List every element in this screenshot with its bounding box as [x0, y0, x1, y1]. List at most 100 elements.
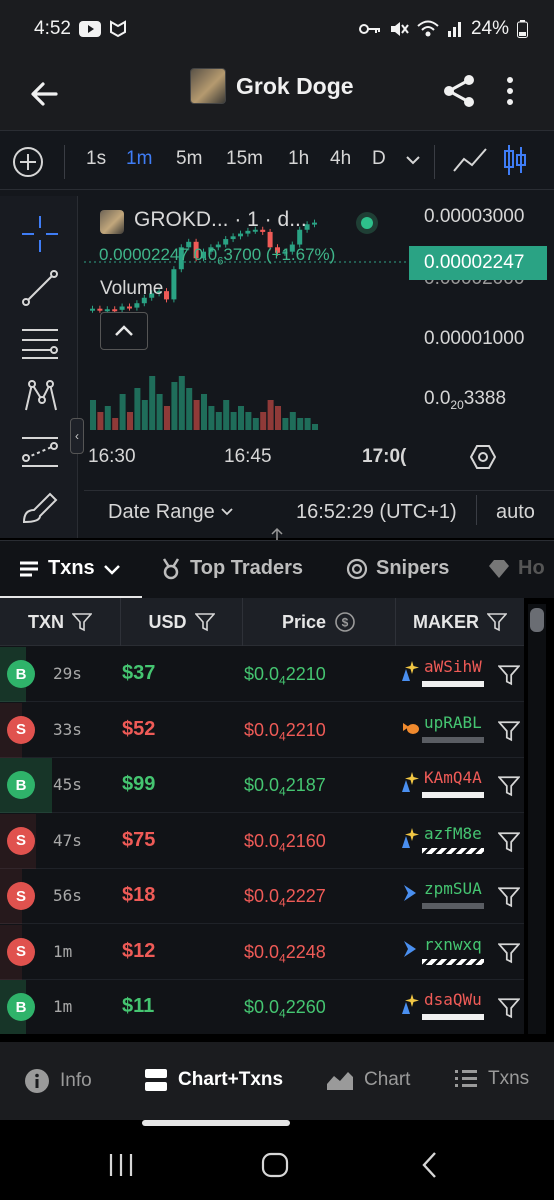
txn-age: 29s	[53, 664, 82, 683]
volume-bar	[208, 406, 215, 430]
chevron-down-icon[interactable]	[404, 151, 422, 169]
share-icon[interactable]	[440, 72, 478, 110]
filter-icon[interactable]	[498, 997, 520, 1019]
projection-icon[interactable]	[20, 430, 60, 470]
pattern-icon[interactable]	[20, 376, 60, 416]
price-suffix: 2160	[285, 830, 326, 851]
collapse-drawbar-handle[interactable]: ‹	[70, 418, 84, 454]
page-title: Grok Doge	[236, 72, 354, 99]
tab-snipers[interactable]: Snipers	[346, 557, 449, 580]
maker-address[interactable]: aWSihW	[424, 657, 482, 676]
volume-bar	[134, 388, 141, 430]
nav-info[interactable]: Info	[24, 1068, 92, 1094]
filter-icon[interactable]	[498, 775, 520, 797]
txn-usd: $52	[122, 717, 156, 740]
txn-price: $0.042227	[244, 886, 326, 910]
crosshair-icon[interactable]	[20, 214, 60, 254]
timeframe-1h[interactable]: 1h	[288, 148, 309, 170]
brush-icon[interactable]	[20, 486, 60, 526]
mute-icon	[390, 22, 409, 36]
timeframe-d[interactable]: D	[372, 148, 386, 170]
txn-type-badge: S	[7, 715, 35, 744]
timeframe-5m[interactable]: 5m	[176, 148, 202, 170]
timeframe-1s[interactable]: 1s	[86, 148, 106, 170]
fib-lines-icon[interactable]	[20, 322, 60, 362]
toolbar-divider	[434, 145, 435, 179]
volume-bar	[289, 412, 296, 430]
maker-address[interactable]: rxnwxq	[424, 935, 482, 954]
collapse-legend-button[interactable]	[100, 312, 148, 350]
split-icon	[145, 1069, 167, 1091]
back-arrow-icon[interactable]	[24, 74, 64, 114]
table-row[interactable]: S 33s $52 $0.042210 upRABL	[0, 702, 524, 758]
trend-line-icon[interactable]	[20, 268, 60, 308]
more-options-icon[interactable]	[498, 72, 522, 110]
price-sub: 4	[279, 729, 286, 744]
column-txn[interactable]: TXN	[0, 598, 121, 646]
candle	[312, 222, 317, 225]
arrow-icon	[404, 940, 416, 957]
candle	[171, 269, 177, 300]
recent-apps-icon[interactable]	[106, 1150, 136, 1180]
filter-icon[interactable]	[498, 720, 520, 742]
maker-balance-bar	[422, 847, 484, 854]
volume-bar	[238, 406, 244, 430]
table-row[interactable]: B 1m $11 $0.042260 dsaQWu	[0, 980, 524, 1034]
volume-bar	[245, 412, 252, 430]
txn-usd: $37	[122, 662, 156, 684]
maker-address[interactable]: KAmQ4A	[424, 768, 482, 787]
currency-toggle-icon: $	[335, 612, 355, 632]
system-back-icon[interactable]	[416, 1150, 446, 1180]
filter-icon[interactable]	[498, 886, 520, 908]
filter-icon[interactable]	[498, 831, 520, 853]
ohlc-value: 0.00002247	[99, 245, 189, 264]
column-price[interactable]: Price $	[243, 598, 396, 646]
fish-icon	[403, 722, 419, 734]
volume-bar	[304, 418, 311, 430]
table-row[interactable]: S 1m $12 $0.042248 rxnwxq	[0, 924, 524, 980]
column-maker[interactable]: MAKER	[396, 598, 524, 646]
nav-txns[interactable]: Txns	[454, 1068, 529, 1090]
table-scrollbar[interactable]	[528, 604, 546, 1034]
volume-bar	[186, 388, 193, 430]
tab-top-traders[interactable]: Top Traders	[160, 557, 303, 580]
candle	[134, 303, 140, 308]
candle	[90, 308, 95, 311]
table-row[interactable]: S 47s $75 $0.042160 azfM8e	[0, 813, 524, 869]
txn-price: $0.042160	[244, 831, 326, 855]
price-suffix: 2187	[285, 775, 326, 795]
filter-icon[interactable]	[498, 664, 520, 686]
maker-address[interactable]: upRABL	[424, 713, 482, 732]
chart-settings-icon[interactable]	[470, 444, 496, 470]
token-chart-icon	[100, 210, 124, 234]
drawing-toolbar	[0, 196, 78, 538]
maker-address[interactable]: dsaQWu	[424, 990, 482, 1009]
scrollbar-thumb[interactable]	[530, 608, 544, 632]
scale-mode-toggle[interactable]: auto	[496, 501, 535, 524]
volume-bar	[282, 418, 289, 430]
home-icon[interactable]	[260, 1150, 290, 1180]
timeframe-1m[interactable]: 1m	[126, 148, 152, 170]
maker-address[interactable]: azfM8e	[424, 824, 482, 843]
candlestick-icon[interactable]	[502, 143, 528, 177]
nav-chart-txns[interactable]: Chart+Txns	[144, 1068, 283, 1092]
table-row[interactable]: B 29s $37 $0.042210 aWSihW	[0, 647, 524, 702]
column-usd[interactable]: USD	[121, 598, 243, 646]
timeframe-4h[interactable]: 4h	[330, 148, 351, 170]
line-chart-icon[interactable]	[452, 145, 488, 175]
txn-usd: $11	[122, 995, 155, 1017]
timeframe-15m[interactable]: 15m	[226, 148, 263, 170]
maker-address[interactable]: zpmSUA	[424, 879, 482, 898]
date-range-button[interactable]: Date Range	[108, 501, 234, 524]
add-indicator-icon[interactable]	[12, 146, 44, 178]
nav-chart[interactable]: Chart	[326, 1068, 410, 1092]
live-status-icon	[356, 212, 378, 234]
table-row[interactable]: S 56s $18 $0.042227 zpmSUA	[0, 869, 524, 924]
candle	[104, 309, 110, 312]
table-row[interactable]: B 45s $99 $0.042187 KAmQ4A	[0, 758, 524, 813]
nav-label: Chart+Txns	[178, 1069, 284, 1090]
tab-holders[interactable]: Ho	[488, 557, 545, 580]
filter-icon[interactable]	[498, 942, 520, 964]
tab-txns[interactable]: Txns	[18, 557, 121, 580]
price-sub: 4	[279, 784, 286, 799]
